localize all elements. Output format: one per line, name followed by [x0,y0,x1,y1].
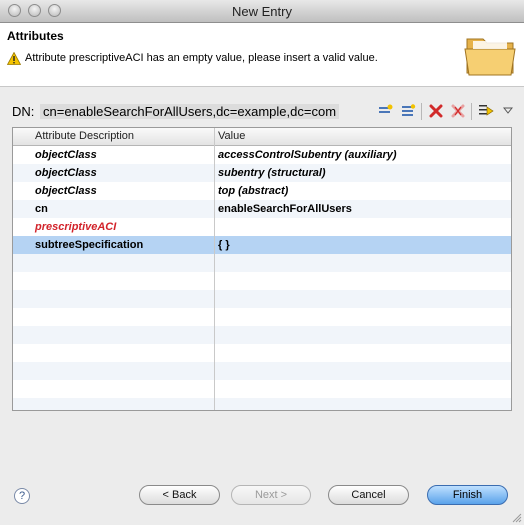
toolbar-separator [421,103,422,120]
title-bar: New Entry [0,0,524,23]
attribute-cell: cn [35,203,48,215]
table-row[interactable]: cn enableSearchForAllUsers [13,200,511,218]
table-header: Attribute Description Value [13,128,511,146]
value-cell[interactable]: accessControlSubentry (auxiliary) [218,149,397,161]
window-title: New Entry [232,4,292,19]
resize-grip-icon[interactable] [512,513,522,523]
column-header-attribute[interactable]: Attribute Description [35,130,134,142]
new-value-icon [402,104,416,116]
view-menu-button[interactable] [498,101,518,121]
edit-options-button[interactable] [476,101,496,121]
value-cell[interactable]: top (abstract) [218,185,288,197]
delete-all-icon [451,104,465,118]
back-button[interactable]: < Back [139,485,220,505]
empty-row [13,254,511,272]
dn-label: DN: [12,104,35,119]
empty-row [13,290,511,308]
empty-row [13,326,511,344]
folder-icon [464,38,516,76]
dn-row: DN: cn=enableSearchForAllUsers,dc=exampl… [12,104,340,119]
dn-value: cn=enableSearchForAllUsers,dc=example,dc… [40,104,340,119]
page-title: Attributes [7,29,64,43]
table-row-selected[interactable]: subtreeSpecification { } [13,236,511,254]
empty-row [13,272,511,290]
dropdown-menu-icon [503,107,513,114]
edit-options-icon [479,105,494,116]
empty-row [13,398,511,410]
value-cell[interactable]: enableSearchForAllUsers [218,203,352,215]
value-cell[interactable]: { } [218,239,230,251]
attribute-cell-error: prescriptiveACI [35,221,117,233]
attributes-table[interactable]: Attribute Description Value objectClass … [12,127,512,411]
empty-row [13,362,511,380]
cancel-button[interactable]: Cancel [328,485,409,505]
wizard-header: Attributes Attribute prescriptiveACI has… [0,23,524,87]
attribute-cell: objectClass [35,167,97,179]
table-row[interactable]: objectClass subentry (structural) [13,164,511,182]
next-button[interactable]: Next > [231,485,311,505]
attribute-cell: subtreeSpecification [35,239,144,251]
delete-all-button[interactable] [448,101,468,121]
warning-icon [7,52,21,65]
finish-button[interactable]: Finish [427,485,508,505]
new-value-button[interactable] [398,101,418,121]
warning-message: Attribute prescriptiveACI has an empty v… [25,52,378,64]
help-button[interactable]: ? [14,488,30,504]
column-divider[interactable] [214,128,215,410]
table-row[interactable]: objectClass accessControlSubentry (auxil… [13,146,511,164]
empty-row [13,344,511,362]
table-row[interactable]: prescriptiveACI [13,218,511,236]
new-attribute-button[interactable] [375,101,395,121]
toolbar-separator [471,103,472,120]
new-attribute-icon [379,104,393,113]
value-cell[interactable]: subentry (structural) [218,167,326,179]
table-row[interactable]: objectClass top (abstract) [13,182,511,200]
empty-row [13,380,511,398]
empty-row [13,308,511,326]
delete-icon [429,104,443,118]
attribute-cell: objectClass [35,185,97,197]
attribute-cell: objectClass [35,149,97,161]
column-header-value[interactable]: Value [218,130,245,142]
delete-button[interactable] [426,101,446,121]
